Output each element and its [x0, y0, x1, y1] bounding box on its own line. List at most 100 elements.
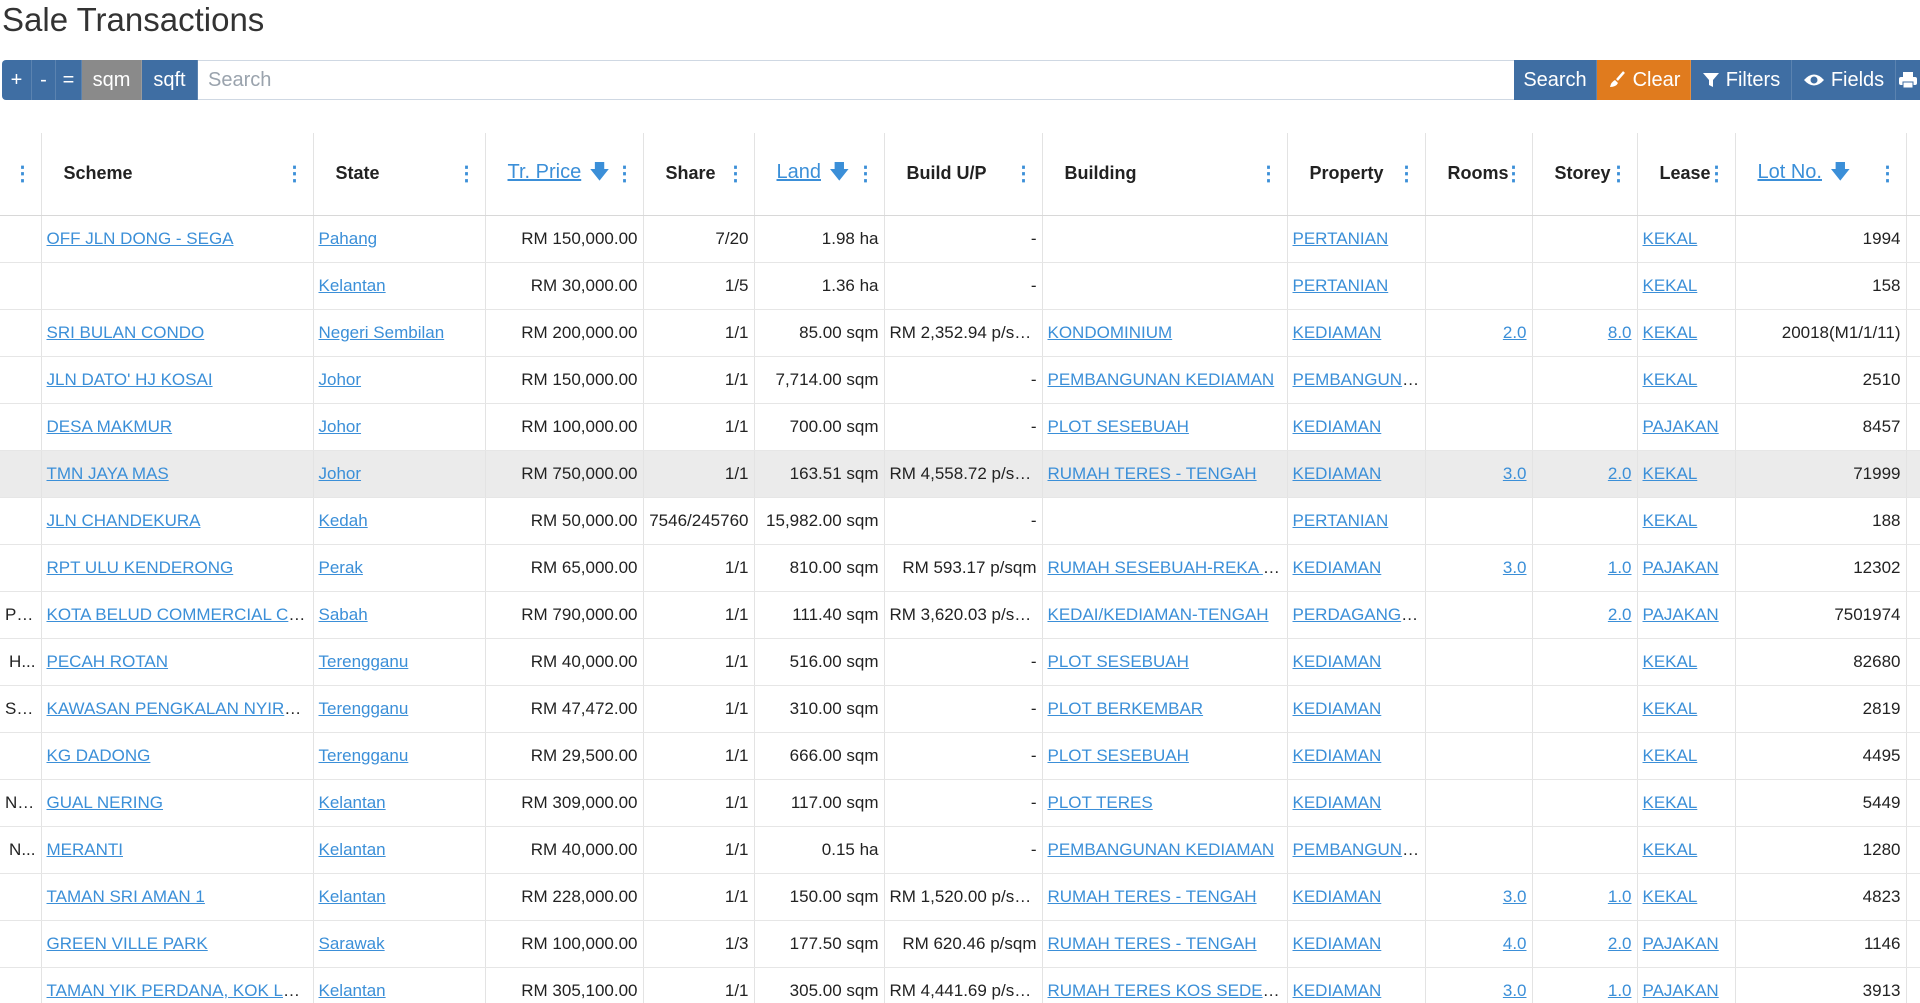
storey-link[interactable]: 8.0	[1608, 323, 1632, 342]
column-menu-icon[interactable]: ⋮	[457, 164, 477, 184]
property-link[interactable]: PERDAGANGAN	[1293, 605, 1425, 624]
zoom-out-button[interactable]: -	[32, 60, 56, 100]
property-link[interactable]: PERTANIAN	[1293, 276, 1389, 295]
column-menu-icon[interactable]: ⋮	[285, 164, 305, 184]
scheme-link[interactable]: TMN JAYA MAS	[47, 464, 169, 483]
state-link[interactable]: Kelantan	[319, 840, 386, 859]
state-link[interactable]: Perak	[319, 558, 363, 577]
property-link[interactable]: KEDIAMAN	[1293, 699, 1382, 718]
column-menu-icon[interactable]: ⋮	[1014, 164, 1034, 184]
building-link[interactable]: KEDAI/KEDIAMAN-TENGAH	[1048, 605, 1269, 624]
sort-lot-link[interactable]: Lot No.	[1758, 161, 1822, 183]
table-row[interactable]: GREEN VILLE PARK Sarawak RM 100,000.00 1/3 1…	[0, 920, 1920, 968]
lease-link[interactable]: PAJAKAN	[1643, 605, 1719, 624]
column-menu-icon[interactable]: ⋮	[1878, 164, 1898, 184]
lease-link[interactable]: KEKAL	[1643, 793, 1698, 812]
lease-link[interactable]: KEKAL	[1643, 323, 1698, 342]
property-link[interactable]: KEDIAMAN	[1293, 652, 1382, 671]
lease-link[interactable]: KEKAL	[1643, 840, 1698, 859]
scheme-link[interactable]: KAWASAN PENGKALAN NYIREH	[47, 699, 308, 718]
sort-price-link[interactable]: Tr. Price	[508, 161, 582, 183]
building-link[interactable]: PLOT SESEBUAH	[1048, 417, 1189, 436]
property-link[interactable]: KEDIAMAN	[1293, 464, 1382, 483]
scheme-link[interactable]: SRI BULAN CONDO	[47, 323, 205, 342]
state-link[interactable]: Johor	[319, 417, 362, 436]
table-row[interactable]: SRI BULAN CONDO Negeri Sembilan RM 200,000…	[0, 309, 1920, 357]
building-link[interactable]: KONDOMINIUM	[1048, 323, 1173, 342]
column-menu-icon[interactable]: ⋮	[1707, 164, 1727, 184]
sort-land-link[interactable]: Land	[777, 161, 822, 183]
scheme-link[interactable]: OFF JLN DONG - SEGA	[47, 229, 234, 248]
table-row[interactable]: SE... KAWASAN PENGKALAN NYIREH Terengganu R…	[0, 685, 1920, 733]
lease-link[interactable]: KEKAL	[1643, 464, 1698, 483]
state-link[interactable]: Sarawak	[319, 934, 385, 953]
scheme-link[interactable]: RPT ULU KENDERONG	[47, 558, 234, 577]
column-menu-icon[interactable]: ⋮	[1397, 164, 1417, 184]
scheme-link[interactable]: JLN DATO' HJ KOSAI	[47, 370, 213, 389]
state-link[interactable]: Kedah	[319, 511, 368, 530]
table-row[interactable]: TAMAN YIK PERDANA, KOK LANAS Kelantan RM 3…	[0, 967, 1920, 1003]
lease-link[interactable]: PAJAKAN	[1643, 417, 1719, 436]
table-row[interactable]: JLN DATO' HJ KOSAI Johor RM 150,000.00 1/1 7…	[0, 356, 1920, 404]
table-row[interactable]: TMN JAYA MAS Johor RM 750,000.00 1/1 163.51 …	[0, 450, 1920, 498]
state-link[interactable]: Kelantan	[319, 793, 386, 812]
property-link[interactable]: PEMBANGUNAN	[1293, 370, 1425, 389]
sqm-unit-button[interactable]: sqm	[82, 60, 142, 100]
scheme-link[interactable]: GUAL NERING	[47, 793, 164, 812]
storey-link[interactable]: 1.0	[1608, 981, 1632, 1000]
state-link[interactable]: Terengganu	[319, 699, 409, 718]
scheme-link[interactable]: MERANTI	[47, 840, 124, 859]
building-link[interactable]: PLOT SESEBUAH	[1048, 652, 1189, 671]
scheme-link[interactable]: KOTA BELUD COMMERCIAL CENTRE	[47, 605, 313, 624]
column-menu-icon[interactable]: ⋮	[13, 164, 33, 184]
column-menu-icon[interactable]: ⋮	[1259, 164, 1279, 184]
property-link[interactable]: PEMBANGUNAN	[1293, 840, 1425, 859]
state-link[interactable]: Kelantan	[319, 887, 386, 906]
print-button[interactable]	[1896, 60, 1920, 100]
sqft-unit-button[interactable]: sqft	[142, 60, 198, 100]
table-row[interactable]: DESA MAKMUR Johor RM 100,000.00 1/1 700.00 s…	[0, 403, 1920, 451]
storey-link[interactable]: 2.0	[1608, 605, 1632, 624]
lease-link[interactable]: KEKAL	[1643, 511, 1698, 530]
table-row[interactable]: N... MERANTI Kelantan RM 40,000.00 1/1 0.15 h…	[0, 826, 1920, 874]
scheme-link[interactable]: TAMAN SRI AMAN 1	[47, 887, 205, 906]
scheme-link[interactable]: PECAH ROTAN	[47, 652, 169, 671]
scheme-link[interactable]: TAMAN YIK PERDANA, KOK LANAS	[47, 981, 313, 1000]
rooms-link[interactable]: 2.0	[1503, 323, 1527, 342]
storey-link[interactable]: 1.0	[1608, 887, 1632, 906]
scheme-link[interactable]: KG DADONG	[47, 746, 151, 765]
search-button[interactable]: Search	[1514, 60, 1597, 100]
lease-link[interactable]: KEKAL	[1643, 229, 1698, 248]
filters-button[interactable]: Filters	[1691, 60, 1792, 100]
building-link[interactable]: PLOT TERES	[1048, 793, 1153, 812]
scheme-link[interactable]: JLN CHANDEKURA	[47, 511, 201, 530]
storey-link[interactable]: 2.0	[1608, 464, 1632, 483]
building-link[interactable]: PLOT SESEBUAH	[1048, 746, 1189, 765]
table-row[interactable]: NT... GUAL NERING Kelantan RM 309,000.00 1/1…	[0, 779, 1920, 827]
building-link[interactable]: RUMAH SESEBUAH-REKA BENTUK	[1048, 558, 1287, 577]
state-link[interactable]: Negeri Sembilan	[319, 323, 445, 342]
scheme-link[interactable]: GREEN VILLE PARK	[47, 934, 208, 953]
state-link[interactable]: Terengganu	[319, 746, 409, 765]
scheme-link[interactable]: DESA MAKMUR	[47, 417, 173, 436]
search-input[interactable]	[198, 61, 1514, 99]
storey-link[interactable]: 2.0	[1608, 934, 1632, 953]
rooms-link[interactable]: 3.0	[1503, 981, 1527, 1000]
rooms-link[interactable]: 3.0	[1503, 464, 1527, 483]
table-row[interactable]: KG DADONG Terengganu RM 29,500.00 1/1 666.00…	[0, 732, 1920, 780]
building-link[interactable]: RUMAH TERES - TENGAH	[1048, 934, 1257, 953]
building-link[interactable]: RUMAH TERES KOS SEDERHANA	[1048, 981, 1287, 1000]
table-row[interactable]: Kelantan RM 30,000.00 1/5 1.36 ha - PERTANIAN…	[0, 262, 1920, 310]
property-link[interactable]: KEDIAMAN	[1293, 981, 1382, 1000]
building-link[interactable]: RUMAH TERES - TENGAH	[1048, 464, 1257, 483]
table-row[interactable]: H... PECAH ROTAN Terengganu RM 40,000.00 1/1…	[0, 638, 1920, 686]
lease-link[interactable]: PAJAKAN	[1643, 934, 1719, 953]
building-link[interactable]: RUMAH TERES - TENGAH	[1048, 887, 1257, 906]
table-row[interactable]: PE... KOTA BELUD COMMERCIAL CENTRE Sabah RM…	[0, 591, 1920, 639]
zoom-reset-button[interactable]: =	[56, 60, 82, 100]
property-link[interactable]: KEDIAMAN	[1293, 934, 1382, 953]
state-link[interactable]: Johor	[319, 464, 362, 483]
property-link[interactable]: KEDIAMAN	[1293, 558, 1382, 577]
state-link[interactable]: Pahang	[319, 229, 378, 248]
property-link[interactable]: KEDIAMAN	[1293, 323, 1382, 342]
